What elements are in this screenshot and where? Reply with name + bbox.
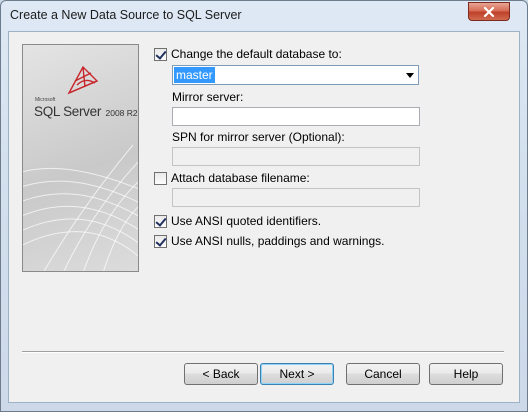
brand-name: SQL Server 2008 R2	[34, 103, 138, 121]
brand-version: 2008 R2	[105, 108, 138, 118]
close-icon	[483, 6, 495, 17]
dialog-window: Create a New Data Source to SQL Server M…	[0, 0, 528, 412]
attach-db-path-input[interactable]	[172, 188, 420, 207]
dialog-body: Microsoft SQL Server 2008 R2 Change the …	[8, 31, 520, 403]
change-default-db-label: Change the default database to:	[171, 47, 342, 61]
ansi-quoted-checkbox[interactable]	[154, 214, 167, 228]
attach-db-checkbox[interactable]	[154, 171, 167, 185]
attach-db-label: Attach database filename:	[171, 171, 310, 185]
cancel-button[interactable]: Cancel	[346, 363, 420, 385]
ansi-quoted-option[interactable]: Use ANSI quoted identifiers.	[154, 214, 321, 228]
change-default-db-option[interactable]: Change the default database to:	[154, 47, 342, 61]
mirror-server-input[interactable]	[172, 107, 420, 126]
sql-server-logo-icon	[67, 65, 99, 95]
button-separator	[22, 351, 504, 353]
spn-mirror-label: SPN for mirror server (Optional):	[172, 130, 345, 144]
ansi-quoted-label: Use ANSI quoted identifiers.	[171, 214, 322, 228]
mirror-server-label: Mirror server:	[172, 90, 244, 104]
product-banner: Microsoft SQL Server 2008 R2	[22, 44, 139, 272]
change-default-db-checkbox[interactable]	[154, 47, 167, 61]
title-bar[interactable]: Create a New Data Source to SQL Server	[1, 1, 527, 31]
ansi-nulls-checkbox[interactable]	[154, 234, 167, 248]
next-button[interactable]: Next >	[260, 363, 334, 385]
ansi-nulls-option[interactable]: Use ANSI nulls, paddings and warnings.	[154, 234, 384, 248]
brand-product: SQL Server	[34, 104, 102, 119]
spn-mirror-input[interactable]	[172, 147, 420, 166]
default-database-select[interactable]: master	[172, 65, 419, 85]
chevron-down-icon[interactable]	[406, 73, 414, 78]
help-button[interactable]: Help	[429, 363, 503, 385]
window-title: Create a New Data Source to SQL Server	[10, 8, 242, 22]
default-database-value: master	[174, 67, 215, 83]
attach-db-option[interactable]: Attach database filename:	[154, 171, 310, 185]
close-button[interactable]	[468, 2, 510, 21]
ansi-nulls-label: Use ANSI nulls, paddings and warnings.	[171, 234, 385, 248]
back-button[interactable]: < Back	[184, 363, 258, 385]
